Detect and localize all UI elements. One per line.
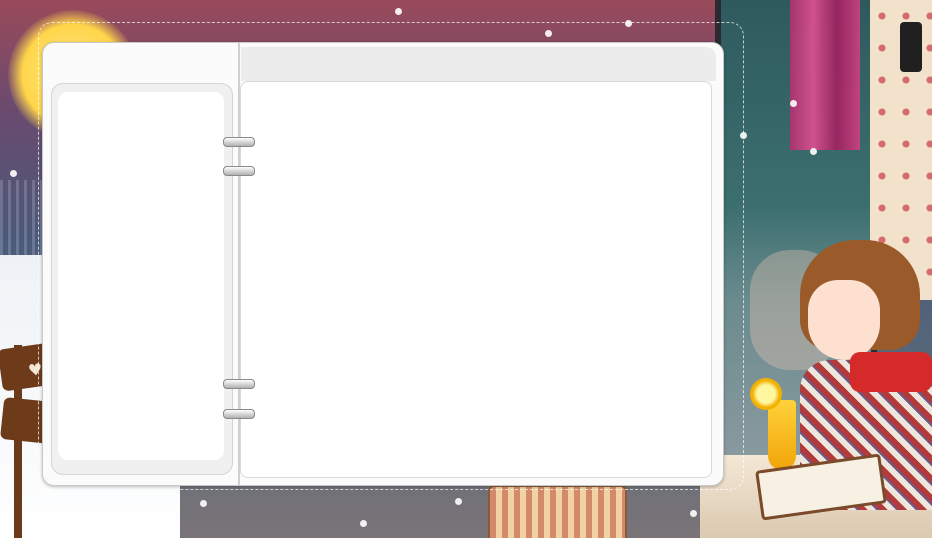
- snowflake: [10, 170, 17, 177]
- snowflake: [395, 8, 402, 15]
- snowflake: [200, 500, 207, 507]
- girl-face: [808, 280, 880, 360]
- binder-ring-icon: [223, 166, 255, 176]
- curtain: [790, 0, 860, 150]
- suitcase-icon: [488, 485, 627, 538]
- lemon-slice-icon: [750, 378, 782, 410]
- binder-ring-icon: [223, 409, 255, 419]
- lemon-juice-icon: [768, 400, 796, 470]
- right-page-content[interactable]: [240, 81, 712, 478]
- red-scarf: [850, 352, 932, 392]
- binder-ring-icon: [223, 379, 255, 389]
- left-page-content[interactable]: [58, 92, 224, 460]
- binder-ring-icon: [223, 137, 255, 147]
- snowflake: [360, 520, 367, 527]
- street-lamp-icon: [900, 22, 922, 72]
- binder-notebook: [42, 42, 724, 486]
- snowflake: [790, 100, 797, 107]
- snowflake: [690, 510, 697, 517]
- snowflake: [455, 498, 462, 505]
- right-page-header: [241, 47, 716, 81]
- snowflake: [810, 148, 817, 155]
- left-page: [51, 83, 233, 475]
